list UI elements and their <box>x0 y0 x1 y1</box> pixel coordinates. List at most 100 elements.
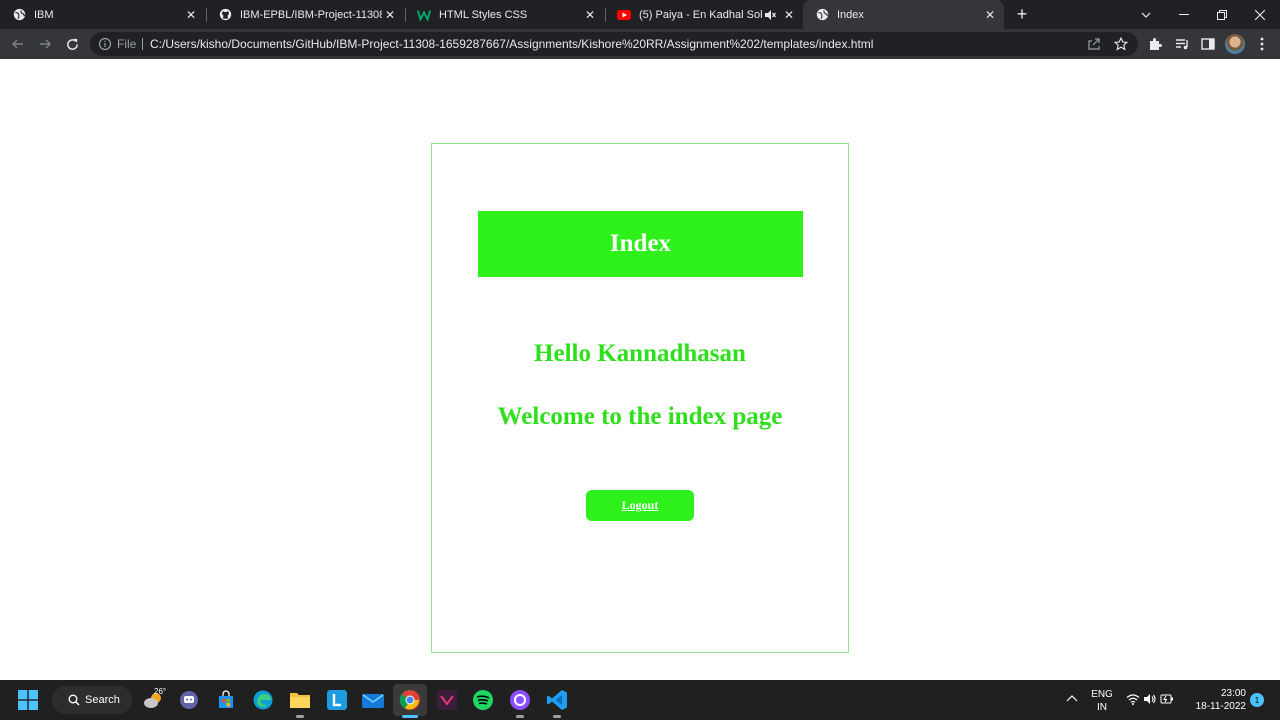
side-panel-icon[interactable] <box>1200 36 1216 52</box>
tab-github[interactable]: IBM-EPBL/IBM-Project-11308-16 ✕ <box>206 0 404 29</box>
store-bag-icon <box>219 690 233 708</box>
share-icon[interactable] <box>1087 37 1101 51</box>
battery-charging-icon <box>1160 694 1173 704</box>
tab-ibm[interactable]: IBM ✕ <box>0 0 205 29</box>
search-icon <box>68 694 80 706</box>
network-volume-battery[interactable] <box>1126 693 1174 709</box>
file-explorer-app[interactable] <box>288 688 312 712</box>
header-banner: Index <box>478 211 803 277</box>
tab-title: Index <box>837 8 864 21</box>
search-label: Search <box>85 694 120 706</box>
page-title: Index <box>609 230 672 257</box>
close-icon[interactable]: ✕ <box>982 7 998 23</box>
extensions-puzzle-icon[interactable] <box>1147 36 1163 52</box>
content-card: Index Hello Kannadhasan Welcome to the i… <box>431 143 849 653</box>
browser-toolbar: File C:/Users/kisho/Documents/GitHub/IBM… <box>0 29 1280 59</box>
edge-icon <box>253 690 273 710</box>
media-queue-icon[interactable] <box>1174 36 1190 52</box>
info-icon[interactable] <box>98 37 112 51</box>
close-icon[interactable]: ✕ <box>183 7 199 23</box>
tab-title: IBM <box>34 8 54 21</box>
scheme-label: File <box>117 37 137 51</box>
running-indicator <box>553 715 561 718</box>
tab-search-button[interactable] <box>1127 0 1165 29</box>
avatar[interactable] <box>1225 34 1245 54</box>
close-window-button[interactable] <box>1241 0 1279 29</box>
lightshot-app[interactable] <box>325 688 349 712</box>
chrome-app[interactable] <box>398 688 422 712</box>
l-app-icon <box>327 690 347 710</box>
tab-index-active[interactable]: Index ✕ <box>803 0 1004 29</box>
spotify-app[interactable] <box>471 688 495 712</box>
minimize-icon <box>1179 13 1189 15</box>
wifi-icon <box>1126 694 1140 705</box>
tab-youtube[interactable]: (5) Paiya - En Kadhal Solla Ta ✕ <box>605 0 803 29</box>
welcome-heading: Welcome to the index page <box>497 403 783 430</box>
taskbar-search[interactable]: Search <box>52 686 132 714</box>
show-hidden-icons-button[interactable] <box>1066 693 1078 706</box>
back-button[interactable] <box>8 34 28 54</box>
clock[interactable]: 23:00 18-11-2022 <box>1188 687 1246 713</box>
chat-icon <box>180 691 198 709</box>
greeting-heading: Hello Kannadhasan <box>534 340 746 367</box>
microsoft-store-app[interactable] <box>214 688 238 712</box>
teams-chat-app[interactable] <box>177 688 201 712</box>
globe-icon <box>12 8 26 22</box>
folder-icon <box>290 693 310 708</box>
windows-taskbar: Search 26° ENG IN 23:00 18-11-2022 <box>0 680 1280 720</box>
tab-title: HTML Styles CSS <box>439 8 528 21</box>
logout-button[interactable]: Logout <box>586 490 694 521</box>
close-icon[interactable]: ✕ <box>382 7 398 23</box>
vscode-app[interactable] <box>545 688 569 712</box>
github-icon <box>218 8 232 22</box>
windows-logo-icon <box>18 690 38 710</box>
mail-app[interactable] <box>361 688 385 712</box>
restore-icon <box>1217 9 1227 20</box>
spotify-icon <box>473 690 493 710</box>
minimize-button[interactable] <box>1165 0 1203 29</box>
globe-icon <box>815 8 829 22</box>
github-desktop-app[interactable] <box>508 688 532 712</box>
tab-title: IBM-EPBL/IBM-Project-11308-16 <box>240 8 382 21</box>
logout-link[interactable]: Logout <box>622 498 659 513</box>
running-indicator <box>296 715 304 718</box>
w3schools-icon <box>417 8 431 22</box>
vscode-icon <box>547 690 567 710</box>
reload-button[interactable] <box>62 34 82 54</box>
tab-strip: IBM ✕ IBM-EPBL/IBM-Project-11308-16 ✕ HT… <box>0 0 1280 29</box>
start-button[interactable] <box>16 688 40 712</box>
arrow-right-icon <box>40 39 51 49</box>
active-indicator <box>402 715 418 718</box>
notification-badge[interactable]: 1 <box>1250 693 1264 707</box>
chevron-up-icon <box>1066 695 1078 702</box>
language-indicator[interactable]: ENG IN <box>1088 688 1116 714</box>
region-code: IN <box>1097 702 1107 713</box>
address-bar[interactable]: File C:/Users/kisho/Documents/GitHub/IBM… <box>90 32 1138 56</box>
forward-button[interactable] <box>35 34 55 54</box>
clock-time: 23:00 <box>1220 688 1246 699</box>
page-viewport: Index Hello Kannadhasan Welcome to the i… <box>0 59 1280 680</box>
edge-browser-app[interactable] <box>251 688 275 712</box>
chevron-down-icon <box>1141 12 1151 18</box>
tab-title: (5) Paiya - En Kadhal Solla Ta <box>639 8 763 21</box>
close-icon <box>1255 9 1265 20</box>
clock-date: 18-11-2022 <box>1195 701 1246 712</box>
terminal-app-icon <box>437 690 457 710</box>
speaker-muted-icon[interactable] <box>763 8 777 22</box>
more-menu-icon[interactable] <box>1254 36 1270 52</box>
chrome-icon <box>399 690 420 710</box>
mail-icon <box>362 694 384 708</box>
restore-button[interactable] <box>1203 0 1241 29</box>
url-text[interactable]: C:/Users/kisho/Documents/GitHub/IBM-Proj… <box>150 37 873 51</box>
youtube-icon <box>617 8 631 22</box>
new-tab-button[interactable]: + <box>1012 4 1032 24</box>
tab-w3schools[interactable]: HTML Styles CSS ✕ <box>405 0 604 29</box>
arrow-left-icon <box>12 39 23 49</box>
volume-icon <box>1143 694 1156 704</box>
close-icon[interactable]: ✕ <box>582 7 598 23</box>
divider <box>142 38 143 50</box>
vs-style-app[interactable] <box>435 688 459 712</box>
star-icon[interactable] <box>1114 37 1128 51</box>
running-indicator <box>516 715 524 718</box>
close-icon[interactable]: ✕ <box>781 7 797 23</box>
